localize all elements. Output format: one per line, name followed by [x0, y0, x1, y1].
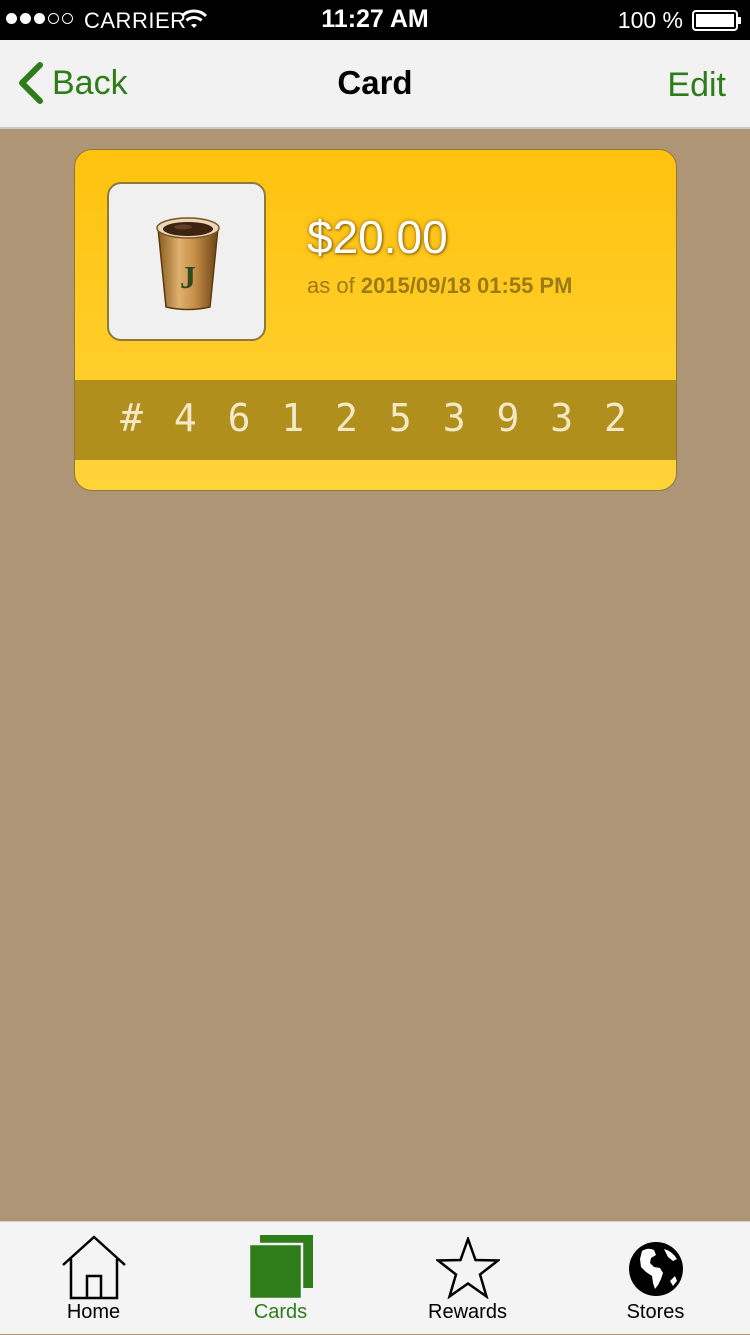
card-number-stripe: # 4 6 1 2 5 3 9 3 2	[75, 380, 676, 460]
home-icon	[62, 1235, 126, 1300]
card-logo: J	[107, 182, 266, 341]
edit-button[interactable]: Edit	[667, 66, 726, 105]
tab-rewards[interactable]: Rewards	[374, 1222, 561, 1335]
status-bar: CARRIER 11:27 AM 100 %	[0, 0, 750, 40]
balance-timestamp: as of 2015/09/18 01:55 PM	[307, 273, 572, 299]
card-number: # 4 6 1 2 5 3 9 3 2	[120, 396, 631, 440]
tab-bar: Home Cards Rewards Stores	[0, 1221, 750, 1334]
star-icon	[436, 1237, 500, 1299]
tab-rewards-label: Rewards	[428, 1301, 507, 1323]
tab-home-label: Home	[66, 1301, 121, 1323]
page-title: Card	[337, 64, 413, 101]
tab-cards-label: Cards	[253, 1301, 308, 1323]
globe-icon	[629, 1242, 683, 1296]
navigation-bar: Back Card Edit	[0, 40, 750, 129]
as-of-prefix: as of	[307, 273, 355, 298]
tab-stores[interactable]: Stores	[562, 1222, 749, 1335]
card-balance: $20.00	[307, 211, 448, 263]
cards-icon	[247, 1235, 313, 1301]
coffee-cup-icon: J	[156, 217, 220, 311]
battery-icon	[692, 10, 741, 31]
tab-stores-label: Stores	[626, 1301, 685, 1323]
as-of-date: 2015/09/18 01:55 PM	[360, 273, 573, 298]
gift-card[interactable]: J $20.00 as of 2015/09/18 01:55 PM # 4 6…	[74, 149, 677, 491]
battery-percentage: 100 %	[617, 7, 683, 33]
tab-home[interactable]: Home	[0, 1222, 187, 1335]
svg-text:J: J	[180, 259, 196, 295]
tab-cards[interactable]: Cards	[187, 1222, 374, 1335]
